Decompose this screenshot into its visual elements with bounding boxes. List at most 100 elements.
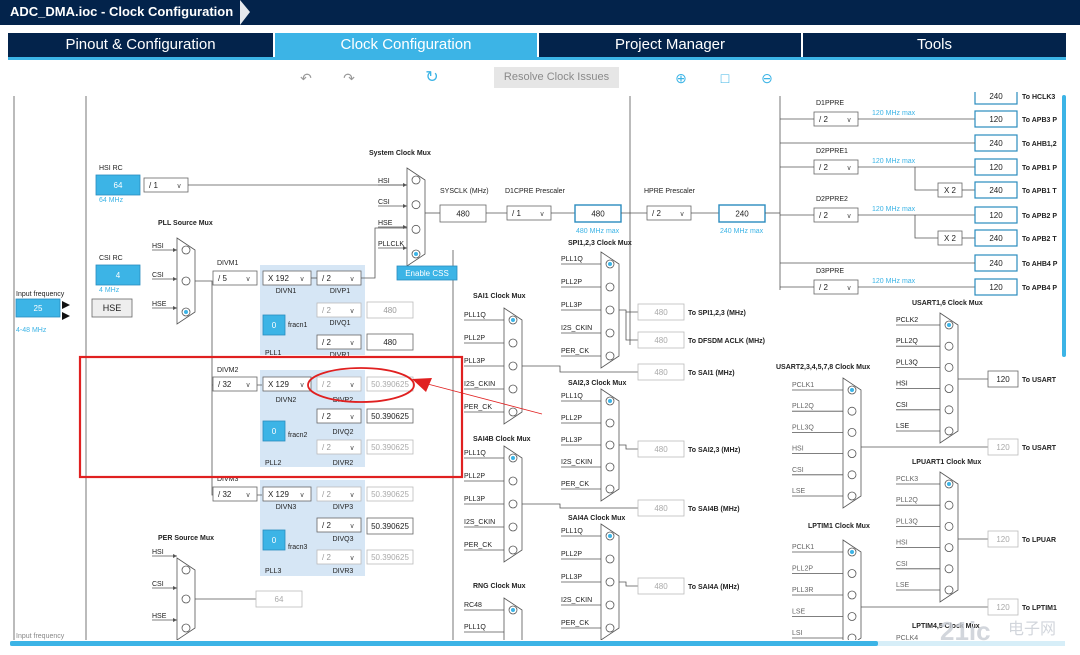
sai4a-mux-out-line (619, 581, 638, 587)
x2-in-line (914, 167, 938, 191)
sai1-mux-radio[interactable] (508, 361, 518, 371)
usart2345-mux-radio[interactable] (847, 491, 857, 501)
lpuart1-mux-radio[interactable] (944, 543, 954, 552)
divq3-label: DIVQ3 (332, 536, 353, 543)
usart16-mux-input-label: CSI (896, 402, 908, 409)
pll-source-mux-radio[interactable] (181, 276, 191, 286)
divq2-output-value: 50.390625 (371, 412, 409, 421)
rng-mux-radio-selected (511, 608, 515, 612)
usart2345-mux-title: USART2,3,4,5,7,8 Clock Mux (776, 364, 870, 371)
sai1-mux-to-label: To SAI1 (MHz) (688, 370, 735, 377)
divr1-dropdown-chevron-icon: ∨ (349, 340, 354, 347)
arrow-icon (403, 183, 407, 187)
usart2345-mux-radio[interactable] (847, 449, 857, 459)
pll2-name: PLL2 (265, 460, 281, 467)
system-clock-mux-input-label: CSI (378, 199, 390, 206)
per-source-mux-radio[interactable] (181, 594, 191, 604)
vertical-scrollbar[interactable] (1062, 95, 1066, 357)
fit-icon[interactable]: □ (717, 70, 733, 86)
usart2345-mux-radio[interactable] (847, 470, 857, 480)
per-source-mux-radio[interactable] (181, 565, 191, 575)
sai4b-mux-radio[interactable] (508, 545, 518, 555)
sai4b-mux-radio[interactable] (508, 522, 518, 532)
sai4a-mux-radio[interactable] (605, 554, 615, 564)
zoom-in-icon[interactable]: ⊕ (673, 70, 689, 86)
system-clock-mux-radio-selected (414, 252, 418, 256)
lpuart1-mux-input-label: HSI (896, 540, 908, 547)
sai23-mux-radio[interactable] (605, 462, 615, 472)
sai23-mux-input-label: PLL3P (561, 437, 582, 444)
apb-output-0-value: 240 (989, 92, 1003, 101)
usart2345-mux-radio[interactable] (847, 427, 857, 437)
tab-tools[interactable]: Tools (803, 33, 1066, 57)
resolve-clock-issues-button[interactable]: Resolve Clock Issues (494, 67, 619, 88)
lpuart1-mux-radio[interactable] (944, 564, 954, 574)
lpuart1-mux-radio[interactable] (944, 500, 954, 510)
horizontal-scrollbar[interactable] (10, 641, 878, 646)
lptim1-mux-input-label: LSE (792, 609, 806, 616)
lpuart1-mux-radio[interactable] (944, 585, 954, 595)
per-source-mux-radio[interactable] (181, 623, 191, 633)
lptim1-mux-radio[interactable] (847, 633, 857, 640)
sai4a-mux-radio[interactable] (605, 600, 615, 610)
divr2-dropdown-chevron-icon: ∨ (349, 445, 354, 452)
usart16-mux-radio[interactable] (944, 384, 954, 394)
sai23-mux-radio[interactable] (605, 440, 615, 450)
arrow-icon (173, 586, 177, 590)
tab-project-manager[interactable]: Project Manager (539, 33, 801, 57)
lptim1-mux-input-label: LSI (792, 630, 803, 637)
tab-underline (8, 57, 1066, 60)
d1cpre-dropdown-chevron-icon: ∨ (539, 211, 544, 218)
spi123-mux-radio[interactable] (605, 282, 615, 292)
hsi-rc-freq: 64 MHz (99, 197, 124, 204)
tab-clock-configuration[interactable]: Clock Configuration (275, 33, 537, 57)
sai4a-mux-radio[interactable] (605, 577, 615, 587)
system-clock-mux-radio[interactable] (411, 175, 421, 185)
sai23-mux-radio[interactable] (605, 418, 615, 428)
divm1-label: DIVM1 (217, 260, 239, 267)
undo-icon[interactable]: ↶ (298, 70, 314, 86)
usart16-mux-radio[interactable] (944, 341, 954, 351)
spi123-mux-radio[interactable] (605, 351, 615, 361)
hpre-max: 240 MHz max (720, 228, 764, 235)
lptim1-mux-radio[interactable] (847, 569, 857, 578)
apb-output-label-7: To AHB4 P (1022, 261, 1058, 268)
divp3-output-value: 50.390625 (371, 490, 409, 499)
spi123-mux-radio-selected (608, 262, 612, 266)
enable-css-button-value: Enable CSS (405, 269, 449, 278)
sai4b-mux-radio[interactable] (508, 476, 518, 486)
spi123-mux-radio[interactable] (605, 328, 615, 338)
lptim1-mux-title: LPTIM1 Clock Mux (808, 523, 870, 530)
sai4b-mux-radio[interactable] (508, 499, 518, 509)
refresh-icon[interactable]: ↻ (424, 70, 440, 86)
arrow-icon (173, 618, 177, 622)
sai1-mux-radio[interactable] (508, 384, 518, 394)
usart2345-mux-radio[interactable] (847, 406, 857, 416)
spi123-mux-radio[interactable] (605, 305, 615, 315)
rng-mux-input-label: RC48 (464, 602, 482, 609)
usart16-mux-radio[interactable] (944, 426, 954, 436)
redo-icon[interactable]: ↷ (341, 70, 357, 86)
divq1-dropdown-chevron-icon: ∨ (349, 308, 354, 315)
csi-rc-freq: 4 MHz (99, 287, 120, 294)
usart16-mux-radio[interactable] (944, 362, 954, 372)
pll-source-mux-radio[interactable] (181, 245, 191, 255)
usart2345-mux-output-value: 120 (996, 443, 1010, 452)
lptim1-mux-radio[interactable] (847, 612, 857, 621)
lpuart1-mux-radio[interactable] (944, 522, 954, 531)
sai23-mux-radio[interactable] (605, 484, 615, 494)
tab-pinout-configuration[interactable]: Pinout & Configuration (8, 33, 273, 57)
main-tabs: Pinout & Configuration Clock Configurati… (8, 33, 1066, 57)
sai4a-mux-radio[interactable] (605, 623, 615, 633)
zoom-out-icon[interactable]: ⊖ (759, 70, 775, 86)
system-clock-mux-radio[interactable] (411, 224, 421, 234)
sai1-mux-radio[interactable] (508, 407, 518, 417)
system-clock-mux-radio[interactable] (411, 200, 421, 210)
usart16-mux-radio[interactable] (944, 405, 954, 415)
divq2-label: DIVQ2 (332, 429, 353, 436)
usart16-mux-to-label: To USART (1022, 377, 1057, 384)
per-source-mux-input-label: HSI (152, 549, 164, 556)
lptim1-mux-radio[interactable] (847, 590, 857, 600)
arrow-icon (173, 277, 177, 281)
sai1-mux-radio[interactable] (508, 338, 518, 348)
